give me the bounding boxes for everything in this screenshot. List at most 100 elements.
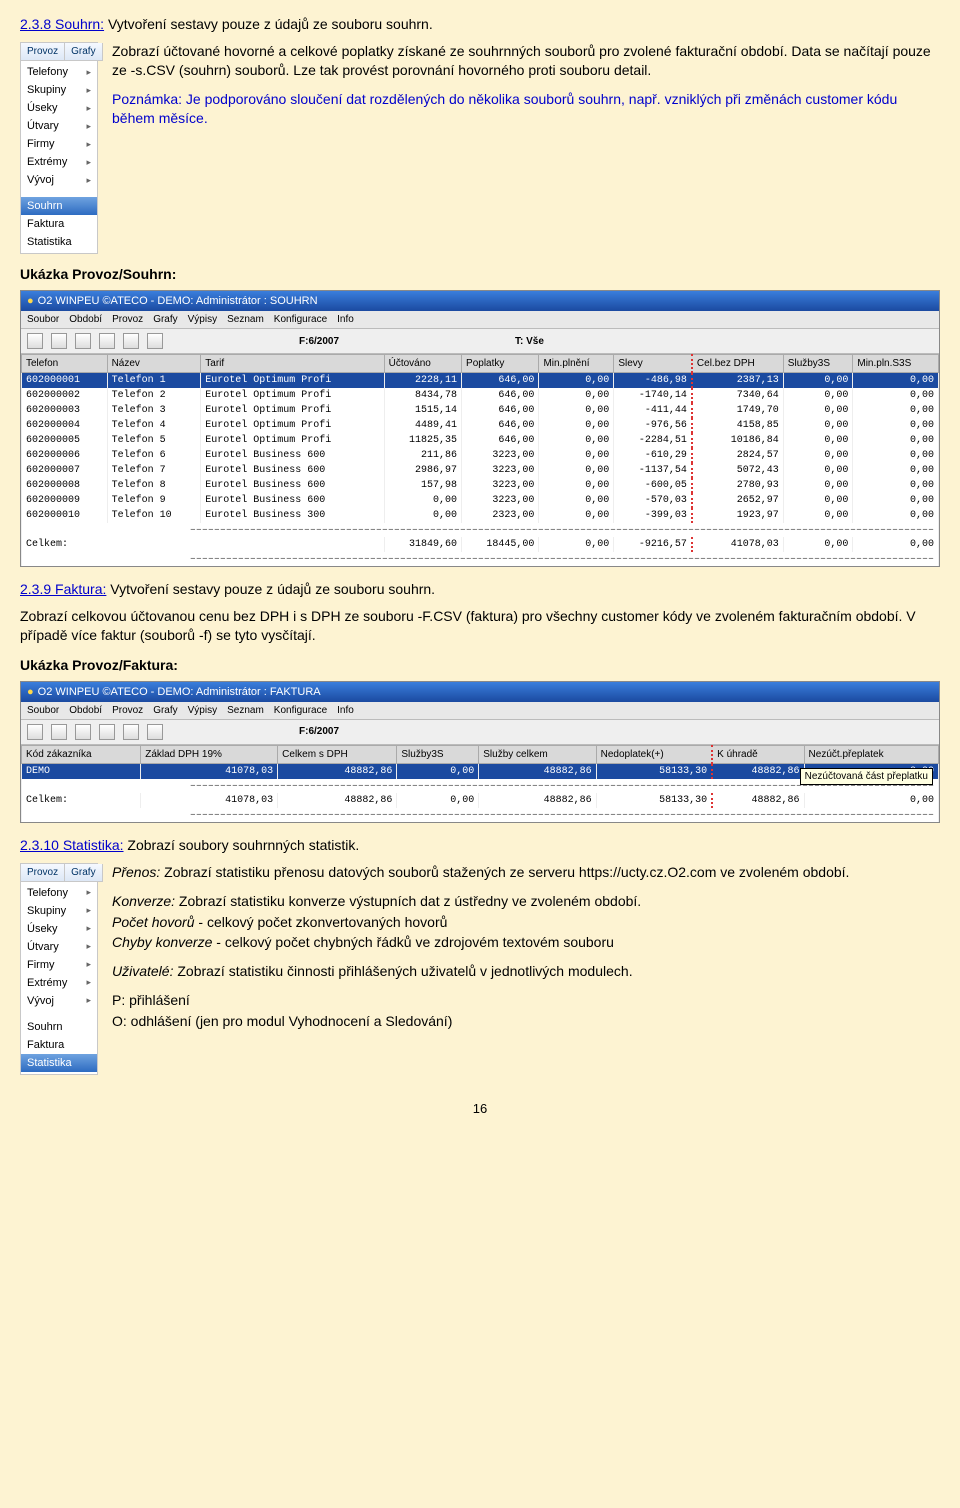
sidebar-item-label: Telefony	[27, 887, 68, 899]
sidebar-item[interactable]: Souhrn	[21, 197, 97, 215]
column-header[interactable]: Slevy	[614, 355, 692, 373]
sidebar-item[interactable]: Faktura	[21, 1036, 97, 1054]
menu-item[interactable]: Konfigurace	[274, 314, 327, 325]
column-header[interactable]: Celkem s DPH	[278, 745, 397, 763]
menu-item[interactable]: Info	[337, 705, 354, 716]
column-header[interactable]: Nezúčt.přeplatek	[804, 745, 938, 763]
menu-item[interactable]: Grafy	[153, 705, 177, 716]
menu-item[interactable]: Soubor	[27, 314, 59, 325]
table-row[interactable]: 602000010Telefon 10Eurotel Business 3000…	[22, 508, 939, 523]
column-header[interactable]: Služby celkem	[479, 745, 596, 763]
tab-provoz[interactable]: Provoz	[21, 43, 65, 61]
column-header[interactable]: Min.plnění	[539, 355, 614, 373]
section-238-rest: Vytvoření sestavy pouze z údajů ze soubo…	[108, 16, 433, 32]
table-row[interactable]: 602000007Telefon 7Eurotel Business 60029…	[22, 463, 939, 478]
menu-item[interactable]: Grafy	[153, 314, 177, 325]
table-cell: 0,00	[853, 418, 939, 433]
column-header[interactable]: Název	[107, 355, 201, 373]
menu-item[interactable]: Období	[69, 314, 102, 325]
column-header[interactable]: Nedoplatek(+)	[596, 745, 712, 763]
toolbar-button[interactable]	[51, 724, 67, 740]
menu-item[interactable]: Soubor	[27, 705, 59, 716]
tab-grafy[interactable]: Grafy	[65, 43, 102, 61]
sidebar-item[interactable]: Skupiny▸	[21, 902, 97, 920]
toolbar-button[interactable]	[27, 724, 43, 740]
sidebar-item[interactable]: Extrémy▸	[21, 974, 97, 992]
total-cell: 48882,86	[278, 793, 397, 808]
period-field[interactable]: F:6/2007	[299, 726, 339, 737]
sidebar-item[interactable]: Vývoj▸	[21, 171, 97, 189]
sidebar-item[interactable]: Útvary▸	[21, 938, 97, 956]
tab-provoz[interactable]: Provoz	[21, 864, 65, 882]
sidebar-item[interactable]: Firmy▸	[21, 135, 97, 153]
sidebar-item[interactable]: Úseky▸	[21, 99, 97, 117]
sidebar-item[interactable]: Telefony▸	[21, 884, 97, 902]
table-row[interactable]: 602000005Telefon 5Eurotel Optimum Profi1…	[22, 433, 939, 448]
sidebar-item[interactable]: Statistika	[21, 233, 97, 251]
sidebar-item[interactable]: Telefony▸	[21, 63, 97, 81]
menu-item[interactable]: Seznam	[227, 705, 264, 716]
menu-item[interactable]: Seznam	[227, 314, 264, 325]
menu-item[interactable]: Konfigurace	[274, 705, 327, 716]
column-header[interactable]: Kód zákazníka	[22, 745, 141, 763]
table-row[interactable]: 602000004Telefon 4Eurotel Optimum Profi4…	[22, 418, 939, 433]
table-cell: 602000007	[22, 463, 108, 478]
toolbar-button[interactable]	[123, 333, 139, 349]
sidebar-item[interactable]: Extrémy▸	[21, 153, 97, 171]
column-header[interactable]: Účtováno	[384, 355, 461, 373]
total-cell: 41078,03	[141, 793, 278, 808]
column-header[interactable]: Základ DPH 19%	[141, 745, 278, 763]
table-cell: Eurotel Optimum Profi	[201, 388, 384, 403]
sidebar-item-label: Vývoj	[27, 174, 54, 186]
t-field[interactable]: T: Vše	[515, 336, 544, 347]
column-header[interactable]: Telefon	[22, 355, 108, 373]
sidebar-item[interactable]: Souhrn	[21, 1018, 97, 1036]
menubar[interactable]: Soubor Období Provoz Grafy Výpisy Seznam Konfi…	[21, 702, 939, 720]
toolbar-button[interactable]	[75, 333, 91, 349]
column-header[interactable]: Poplatky	[462, 355, 539, 373]
sidebar-item[interactable]: Vývoj▸	[21, 992, 97, 1010]
column-header[interactable]: Tarif	[201, 355, 384, 373]
period-field[interactable]: F:6/2007	[299, 336, 339, 347]
toolbar-button[interactable]	[147, 724, 163, 740]
table-row[interactable]: 602000008Telefon 8Eurotel Business 60015…	[22, 478, 939, 493]
toolbar-button[interactable]	[75, 724, 91, 740]
menu-item[interactable]: Období	[69, 705, 102, 716]
sidebar-item[interactable]: Firmy▸	[21, 956, 97, 974]
toolbar-button[interactable]	[99, 333, 115, 349]
table-cell: -411,44	[614, 403, 692, 418]
sidebar-item[interactable]: Úseky▸	[21, 920, 97, 938]
column-header[interactable]: Služby3S	[397, 745, 479, 763]
toolbar-button[interactable]	[147, 333, 163, 349]
toolbar-button[interactable]	[27, 333, 43, 349]
column-header[interactable]: Min.pln.S3S	[853, 355, 939, 373]
menubar[interactable]: Soubor Období Provoz Grafy Výpisy Seznam Konfi…	[21, 311, 939, 329]
table-cell: Eurotel Business 600	[201, 463, 384, 478]
toolbar-button[interactable]	[51, 333, 67, 349]
menu-item[interactable]: Info	[337, 314, 354, 325]
sidebar-item[interactable]: Faktura	[21, 215, 97, 233]
column-header[interactable]: Služby3S	[783, 355, 853, 373]
table-row[interactable]: 602000003Telefon 3Eurotel Optimum Profi1…	[22, 403, 939, 418]
column-header[interactable]: K úhradě	[712, 745, 804, 763]
table-cell: 0,00	[783, 478, 853, 493]
table-row[interactable]: 602000009Telefon 9Eurotel Business 6000,…	[22, 493, 939, 508]
column-header[interactable]: Cel.bez DPH	[692, 355, 783, 373]
table-row[interactable]: 602000006Telefon 6Eurotel Business 60021…	[22, 448, 939, 463]
sidebar-item[interactable]: Statistika	[21, 1054, 97, 1072]
toolbar-button[interactable]	[123, 724, 139, 740]
menu-item[interactable]: Výpisy	[188, 705, 217, 716]
table-cell: Eurotel Optimum Profi	[201, 403, 384, 418]
tab-grafy[interactable]: Grafy	[65, 864, 102, 882]
toolbar-button[interactable]	[99, 724, 115, 740]
sidebar-item[interactable]: Útvary▸	[21, 117, 97, 135]
table-cell: 3223,00	[462, 448, 539, 463]
menu-item[interactable]: Provoz	[112, 314, 143, 325]
menu-item[interactable]: Provoz	[112, 705, 143, 716]
table-row[interactable]: 602000002Telefon 2Eurotel Optimum Profi8…	[22, 388, 939, 403]
table-row[interactable]: 602000001Telefon 1Eurotel Optimum Profi2…	[22, 373, 939, 389]
sidebar-item[interactable]: Skupiny▸	[21, 81, 97, 99]
section-239-body: Zobrazí celkovou účtovanou cenu bez DPH …	[20, 607, 940, 645]
table-cell: 0,00	[853, 388, 939, 403]
menu-item[interactable]: Výpisy	[188, 314, 217, 325]
